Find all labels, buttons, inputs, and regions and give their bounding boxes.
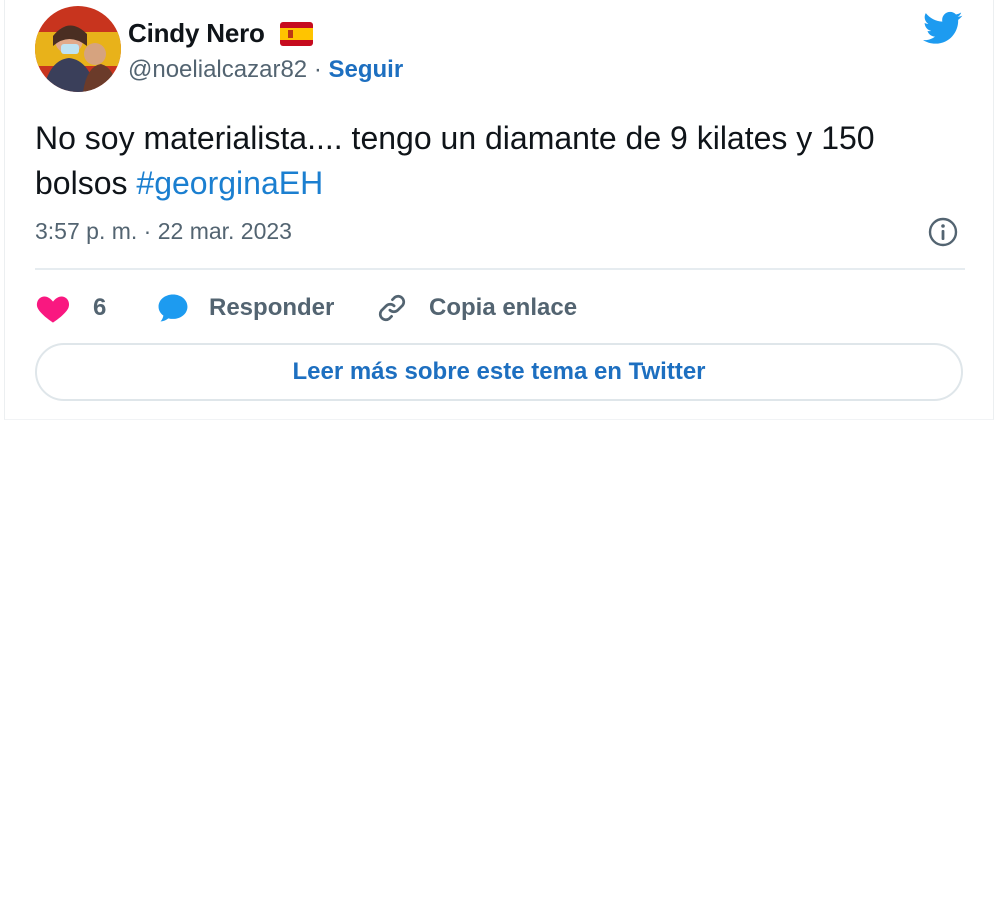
handle-row: @noelialcazar82 · Seguir bbox=[128, 56, 403, 84]
like-button[interactable]: 6 bbox=[35, 286, 106, 330]
speech-bubble-icon bbox=[155, 291, 191, 325]
twitter-bird-icon[interactable] bbox=[921, 8, 965, 48]
like-count: 6 bbox=[93, 294, 107, 321]
reply-button[interactable]: Responder bbox=[155, 286, 334, 330]
user-handle[interactable]: @noelialcazar82 bbox=[128, 56, 307, 83]
copy-link-button[interactable]: Copia enlace bbox=[375, 286, 577, 330]
hashtag-link[interactable]: #georginaEH bbox=[136, 165, 323, 201]
tweet-card: Cindy Nero @noelialcazar82 · Seguir No s… bbox=[4, 0, 994, 420]
tweet-text: No soy materialista.... tengo un diamant… bbox=[35, 116, 955, 206]
divider bbox=[35, 268, 965, 270]
copy-link-label: Copia enlace bbox=[429, 294, 578, 321]
timestamp[interactable]: 3:57 p. m. · 22 mar. 2023 bbox=[35, 218, 292, 245]
read-more-button[interactable]: Leer más sobre este tema en Twitter bbox=[35, 343, 963, 401]
separator: · bbox=[313, 56, 322, 83]
heart-icon bbox=[35, 292, 71, 324]
display-name[interactable]: Cindy Nero bbox=[128, 18, 265, 49]
link-icon bbox=[375, 291, 409, 325]
follow-link[interactable]: Seguir bbox=[328, 56, 403, 83]
spain-flag-icon bbox=[280, 22, 313, 46]
avatar[interactable] bbox=[35, 6, 121, 92]
info-icon[interactable] bbox=[927, 216, 959, 248]
reply-label: Responder bbox=[209, 294, 335, 321]
